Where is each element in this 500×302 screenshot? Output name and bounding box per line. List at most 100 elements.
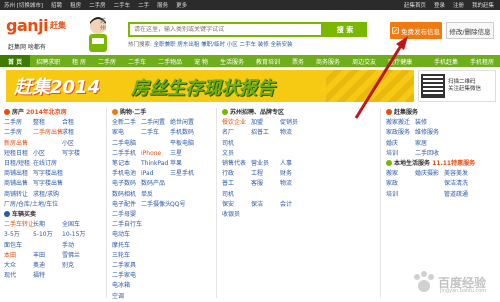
category-link[interactable]: 平板电脑 bbox=[170, 139, 199, 149]
category-link[interactable]: 空调 bbox=[112, 292, 141, 302]
category-link[interactable]: 奥迪 bbox=[33, 261, 62, 271]
nav-cars[interactable]: 二手车 bbox=[122, 57, 152, 66]
category-link[interactable]: 新房出售 bbox=[4, 139, 33, 149]
category-link[interactable]: 长期 bbox=[33, 220, 62, 230]
category-link[interactable]: 司机 bbox=[222, 139, 251, 149]
category-link[interactable]: 二手电脑 bbox=[112, 139, 141, 149]
category-link[interactable]: 商铺出租 bbox=[4, 169, 33, 179]
category-link[interactable]: 客服 bbox=[251, 179, 280, 189]
search-button[interactable]: 搜 索 bbox=[323, 22, 367, 37]
search-input[interactable] bbox=[130, 26, 321, 33]
category-link[interactable]: 装修 bbox=[415, 118, 444, 128]
category-link[interactable]: 餐饮企业 bbox=[222, 118, 251, 128]
top-link-jobs[interactable]: 招聘 bbox=[51, 1, 62, 9]
category-link[interactable]: 笔记本 bbox=[112, 159, 141, 169]
category-link[interactable]: 现代 bbox=[4, 271, 33, 281]
category-link[interactable]: 整租 bbox=[33, 118, 62, 128]
category-link[interactable]: iPhone bbox=[141, 149, 170, 159]
category-link[interactable]: 写字楼 bbox=[62, 149, 91, 159]
category-link[interactable]: 营业员 bbox=[251, 159, 280, 169]
category-link[interactable]: iPad bbox=[141, 169, 170, 179]
category-link[interactable]: 物流 bbox=[280, 128, 309, 138]
category-link[interactable]: 普工 bbox=[222, 179, 251, 189]
category-link[interactable]: 二手母婴 bbox=[112, 210, 141, 220]
hot-search-links[interactable]: 全职兼职 房东出租 兼职/临时 小区 二手车 装修 全新安装 bbox=[154, 42, 293, 48]
category-link[interactable]: 面包车 bbox=[4, 241, 33, 251]
category-link[interactable]: 本田 bbox=[4, 251, 33, 261]
nav-goods[interactable]: 二手物品 bbox=[152, 57, 188, 66]
nav-jobs[interactable]: 招聘求职 bbox=[30, 57, 66, 66]
category-link[interactable]: 二手房 bbox=[4, 128, 33, 138]
category-link[interactable]: 求租/求购 bbox=[33, 190, 62, 200]
category-link[interactable]: 三轮车 bbox=[112, 251, 141, 261]
top-link-more[interactable]: 更多 bbox=[176, 1, 187, 9]
top-link-house[interactable]: 二手房 bbox=[89, 1, 106, 9]
top-home-link[interactable]: 赶集首页 bbox=[404, 1, 426, 9]
category-link[interactable]: 二手摄像头 bbox=[141, 200, 171, 210]
category-link[interactable]: 收银员 bbox=[222, 210, 251, 220]
category-link[interactable]: 行政 bbox=[222, 169, 251, 179]
edit-delete-button[interactable]: 修改/删除信息 bbox=[446, 22, 494, 39]
nav-health[interactable]: 医疗健康 bbox=[382, 57, 418, 66]
category-link[interactable]: QQ号 bbox=[170, 200, 199, 210]
category-link[interactable]: 三星 bbox=[170, 149, 199, 159]
category-link[interactable]: 短租日租 bbox=[4, 149, 33, 159]
category-link[interactable]: 婚庆 bbox=[386, 139, 415, 149]
category-link[interactable]: 在线订房 bbox=[33, 159, 62, 169]
category-link[interactable]: 商铺出售 bbox=[4, 179, 33, 189]
nav-tickets[interactable]: 票务 bbox=[286, 57, 310, 66]
category-link[interactable]: 手动 bbox=[62, 241, 91, 251]
nav-house[interactable]: 二手房 bbox=[92, 57, 122, 66]
category-link[interactable]: 招普工 bbox=[251, 128, 280, 138]
top-link-cars[interactable]: 二手车 bbox=[114, 1, 131, 9]
category-link[interactable]: 5-10万 bbox=[33, 230, 62, 240]
category-link[interactable]: 摩托车 bbox=[112, 241, 141, 251]
category-link[interactable]: 二手家电 bbox=[112, 271, 141, 281]
category-link[interactable]: 丰田 bbox=[33, 251, 62, 261]
category-link[interactable]: 搬家 bbox=[386, 169, 415, 179]
top-link-services[interactable]: 服务 bbox=[157, 1, 168, 9]
category-link[interactable]: 10-15万 bbox=[62, 230, 91, 240]
category-link[interactable]: 单反 bbox=[141, 190, 170, 200]
category-link[interactable]: 数码相机 bbox=[112, 190, 141, 200]
category-link[interactable]: 电子配件 bbox=[112, 200, 141, 210]
category-link[interactable]: 管道疏通 bbox=[444, 190, 473, 200]
nav-business[interactable]: 商务服务 bbox=[310, 57, 346, 66]
category-link[interactable]: 维修服务 bbox=[415, 128, 444, 138]
category-link[interactable]: 绝世闲置 bbox=[170, 118, 199, 128]
nav-life[interactable]: 生活服务 bbox=[214, 57, 250, 66]
category-link[interactable]: 二手闲置 bbox=[141, 118, 170, 128]
category-link[interactable]: 保洁清洗 bbox=[444, 179, 473, 189]
category-link[interactable]: 保洁 bbox=[251, 200, 280, 210]
category-link[interactable]: 厂房/仓库/土地/车位 bbox=[4, 200, 58, 210]
city-switch[interactable]: 苏州 [切换城市] bbox=[4, 1, 43, 9]
category-link[interactable]: 培训 bbox=[386, 149, 415, 159]
nav-mobile-rent[interactable]: 手机租房 bbox=[464, 57, 500, 66]
category-link[interactable]: 二手房 bbox=[4, 118, 33, 128]
category-link[interactable]: 小区 bbox=[62, 139, 91, 149]
nav-rent[interactable]: 租 房 bbox=[66, 57, 92, 66]
category-link[interactable]: 家电 bbox=[112, 128, 141, 138]
category-link[interactable]: 二手房出售 bbox=[33, 128, 63, 138]
category-link[interactable]: 家政服务 bbox=[386, 128, 415, 138]
category-link[interactable]: 求租 bbox=[62, 128, 91, 138]
category-link[interactable]: 加盟 bbox=[251, 118, 280, 128]
category-link[interactable]: 全国车 bbox=[62, 220, 91, 230]
category-link[interactable]: 商铺转让 bbox=[4, 190, 33, 200]
category-link[interactable]: 电动车 bbox=[112, 230, 141, 240]
nav-home[interactable]: 首 页 bbox=[0, 55, 31, 67]
nav-edu[interactable]: 教育培训 bbox=[250, 57, 286, 66]
category-link[interactable]: 数码产品 bbox=[141, 179, 170, 189]
category-link[interactable]: 合租 bbox=[62, 118, 91, 128]
category-link[interactable]: 搬家搬迁 bbox=[386, 118, 415, 128]
category-link[interactable]: 三星手机 bbox=[170, 169, 199, 179]
nav-social[interactable]: 周边交友 bbox=[346, 57, 382, 66]
category-link[interactable]: 保安 bbox=[222, 200, 251, 210]
category-link[interactable]: 写字楼出租 bbox=[33, 169, 63, 179]
category-link[interactable]: 手机数码 bbox=[170, 128, 199, 138]
category-link[interactable]: 二手回收 bbox=[415, 149, 444, 159]
site-logo[interactable]: ganji 赶集 赶集网 啥都有 bbox=[6, 16, 68, 52]
category-link[interactable]: 名厂 bbox=[222, 128, 251, 138]
category-link[interactable]: 电冰箱 bbox=[112, 281, 141, 291]
category-link[interactable]: 家政 bbox=[386, 179, 415, 189]
